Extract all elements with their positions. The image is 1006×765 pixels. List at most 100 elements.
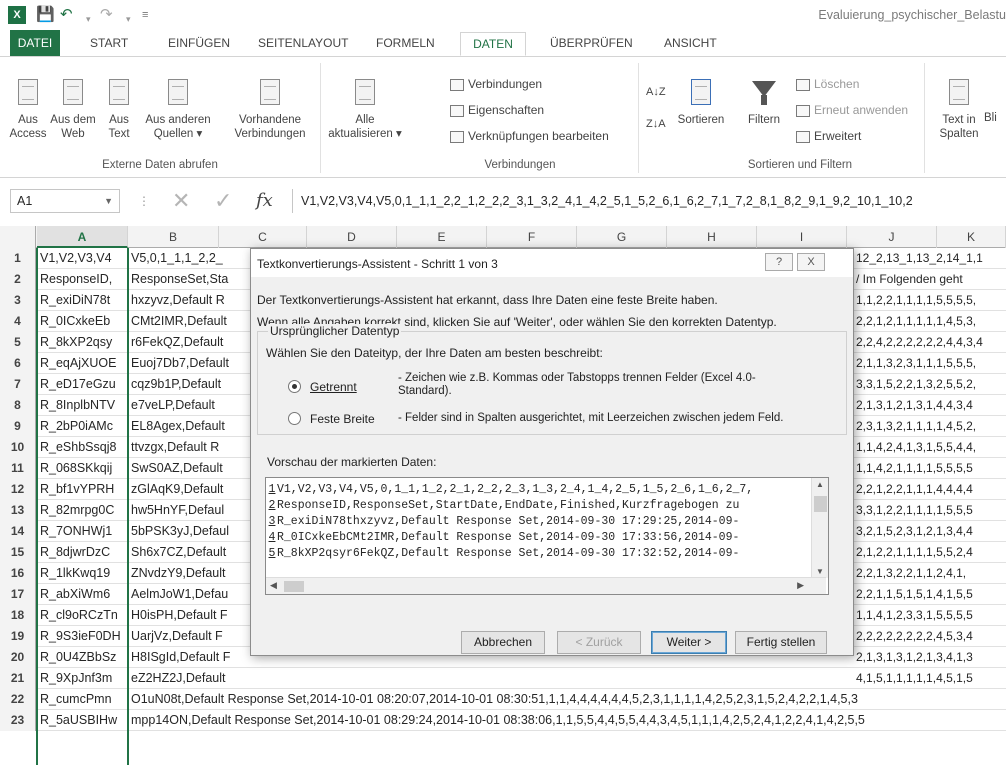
from-text-button[interactable]: Aus Text <box>100 77 138 141</box>
cell-j[interactable]: 1,1,2,2,1,1,1,1,5,5,5,5, <box>852 290 1006 311</box>
scroll-down-icon[interactable]: ▼ <box>816 567 824 576</box>
column-header-f[interactable]: F <box>487 226 577 248</box>
filter-button[interactable]: Filtern <box>742 77 786 127</box>
excel-app-icon[interactable]: X <box>8 6 26 24</box>
cell-j[interactable]: 3,2,1,5,2,3,1,2,1,3,4,4 <box>852 521 1006 542</box>
text-to-columns-button[interactable]: Text in Spalten <box>936 77 982 141</box>
row-header[interactable]: 11 <box>0 458 36 479</box>
cell-j[interactable]: 1,1,4,2,1,1,1,1,5,5,5,5 <box>852 458 1006 479</box>
from-access-button[interactable]: Aus Access <box>8 77 48 141</box>
cell-j[interactable]: 2,1,3,1,2,1,3,1,4,4,3,4 <box>852 395 1006 416</box>
cell-b[interactable]: e7veLP,Default <box>128 395 250 416</box>
existing-connections-button[interactable]: Vorhandene Verbindungen <box>228 77 312 141</box>
row-header[interactable]: 7 <box>0 374 36 395</box>
cell-a[interactable]: R_82mrpg0C <box>37 500 128 521</box>
cell-a[interactable]: R_068SKkqij <box>37 458 128 479</box>
cell-a[interactable]: R_cumcPmn <box>37 689 128 710</box>
cancel-button[interactable]: Abbrechen <box>461 631 545 654</box>
cell-b[interactable]: ResponseSet,Sta <box>128 269 250 290</box>
save-icon[interactable]: 💾 <box>36 5 55 25</box>
cell-b[interactable]: ZNvdzY9,Default <box>128 563 250 584</box>
row-header[interactable]: 1 <box>0 248 36 269</box>
row-header[interactable]: 20 <box>0 647 36 668</box>
row-header[interactable]: 23 <box>0 710 36 731</box>
scroll-left-icon[interactable]: ◀ <box>270 580 277 591</box>
cell-a[interactable]: R_eD17eGzu <box>37 374 128 395</box>
cell-a[interactable]: V1,V2,V3,V4 <box>37 248 128 269</box>
cell-b[interactable]: 5bPSK3yJ,Defaul <box>128 521 250 542</box>
connections-button[interactable]: Verbindungen <box>450 75 542 93</box>
formula-input[interactable]: V1,V2,V3,V4,V5,0,1_1,1_2,2_1,2_2,2_3,1_3… <box>292 189 1006 213</box>
scroll-right-icon[interactable]: ▶ <box>797 580 804 591</box>
tab-start[interactable]: START <box>84 32 134 56</box>
cell-j[interactable]: 1,1,4,2,4,1,3,1,5,5,4,4, <box>852 437 1006 458</box>
row-header[interactable]: 2 <box>0 269 36 290</box>
back-button[interactable]: < Zurück <box>557 631 641 654</box>
cell-a[interactable]: R_5aUSBIHw <box>37 710 128 731</box>
scroll-up-icon[interactable]: ▲ <box>816 480 824 489</box>
row-header[interactable]: 17 <box>0 584 36 605</box>
row-header[interactable]: 19 <box>0 626 36 647</box>
enter-entry-icon[interactable]: ✓ <box>214 189 232 213</box>
refresh-all-button[interactable]: Alle aktualisieren ▾ <box>326 77 404 141</box>
cell-j[interactable]: 2,2,1,2,2,1,1,1,4,4,4,4 <box>852 479 1006 500</box>
cell-b[interactable]: hw5HnYF,Defaul <box>128 500 250 521</box>
column-header-i[interactable]: I <box>757 226 847 248</box>
cell-b[interactable]: Euoj7Db7,Default <box>128 353 250 374</box>
column-header-d[interactable]: D <box>307 226 397 248</box>
cell-b[interactable]: CMt2IMR,Default <box>128 311 250 332</box>
cell-b[interactable]: EL8Agex,Default <box>128 416 250 437</box>
edit-links-button[interactable]: Verknüpfungen bearbeiten <box>450 127 609 145</box>
data-preview[interactable]: 1 V1,V2,V3,V4,V5,0,1_1,1_2,2_1,2_2,2_3,1_… <box>265 477 829 595</box>
cell-j[interactable]: 2,1,1,3,2,3,1,1,1,5,5,5, <box>852 353 1006 374</box>
cell-b[interactable]: UarjVz,Default F <box>128 626 250 647</box>
more-options-icon[interactable]: ⋮ <box>138 189 150 213</box>
cell-a[interactable]: R_9S3ieF0DH <box>37 626 128 647</box>
advanced-filter-button[interactable]: Erweitert <box>796 127 861 145</box>
row-header[interactable]: 22 <box>0 689 36 710</box>
row-header[interactable]: 16 <box>0 563 36 584</box>
cell-a[interactable]: R_exiDiN78t <box>37 290 128 311</box>
cell-a[interactable]: R_eqAjXUOE <box>37 353 128 374</box>
cell-a[interactable]: R_abXiWm6 <box>37 584 128 605</box>
tab-einfuegen[interactable]: EINFÜGEN <box>162 32 236 56</box>
cell-a[interactable]: R_2bP0iAMc <box>37 416 128 437</box>
flash-fill-button[interactable]: Bli <box>984 111 1006 125</box>
row-header[interactable]: 8 <box>0 395 36 416</box>
radio-fixed-width[interactable] <box>288 412 301 425</box>
preview-vertical-scrollbar[interactable]: ▲ ▼ <box>811 478 828 578</box>
column-header-j[interactable]: J <box>847 226 937 248</box>
cell-j[interactable]: 2,3,1,3,2,1,1,1,1,4,5,2, <box>852 416 1006 437</box>
cell-a[interactable]: R_eShbSsqj8 <box>37 437 128 458</box>
cell-b[interactable]: H0isPH,Default F <box>128 605 250 626</box>
undo-icon[interactable]: ↶ <box>60 5 73 25</box>
cell-b[interactable]: AelmJoW1,Defau <box>128 584 250 605</box>
cell-b[interactable]: O1uN08t,Default Response Set,2014-10-01 … <box>128 689 1006 710</box>
row-header[interactable]: 6 <box>0 353 36 374</box>
cell-b[interactable]: ttvzgx,Default R <box>128 437 250 458</box>
cell-a[interactable]: R_8djwrDzC <box>37 542 128 563</box>
cell-j[interactable]: 4,1,5,1,1,1,1,1,4,5,1,5 <box>852 668 1006 689</box>
clear-filter-button[interactable]: Löschen <box>796 75 859 93</box>
cell-a[interactable]: R_9XpJnf3m <box>37 668 128 689</box>
scroll-thumb[interactable] <box>814 496 827 512</box>
cell-a[interactable]: R_cl9oRCzTn <box>37 605 128 626</box>
tab-ansicht[interactable]: ANSICHT <box>658 32 723 56</box>
tab-seitenlayout[interactable]: SEITENLAYOUT <box>252 32 354 56</box>
cell-b[interactable]: zGlAqK9,Default <box>128 479 250 500</box>
cell-a[interactable]: R_0U4ZBbSz <box>37 647 128 668</box>
next-button[interactable]: Weiter > <box>651 631 727 654</box>
cell-j[interactable]: 12_2,13_1,13_2,14_1,1 <box>852 248 1006 269</box>
finish-button[interactable]: Fertig stellen <box>735 631 827 654</box>
column-header-h[interactable]: H <box>667 226 757 248</box>
from-other-sources-button[interactable]: Aus anderen Quellen ▾ <box>140 77 216 141</box>
sort-ascending-button[interactable]: A↓Z <box>646 83 666 101</box>
row-header[interactable]: 15 <box>0 542 36 563</box>
cell-b[interactable]: H8ISgId,Default F <box>128 647 250 668</box>
cell-a[interactable]: ResponseID, <box>37 269 128 290</box>
radio-delimited-label[interactable]: Getrennt <box>310 380 357 394</box>
row-header[interactable]: 14 <box>0 521 36 542</box>
help-button[interactable]: ? <box>765 253 793 271</box>
cell-j[interactable]: 2,2,1,1,5,1,5,1,4,1,5,5 <box>852 584 1006 605</box>
redo-icon[interactable]: ↷ <box>100 5 113 25</box>
